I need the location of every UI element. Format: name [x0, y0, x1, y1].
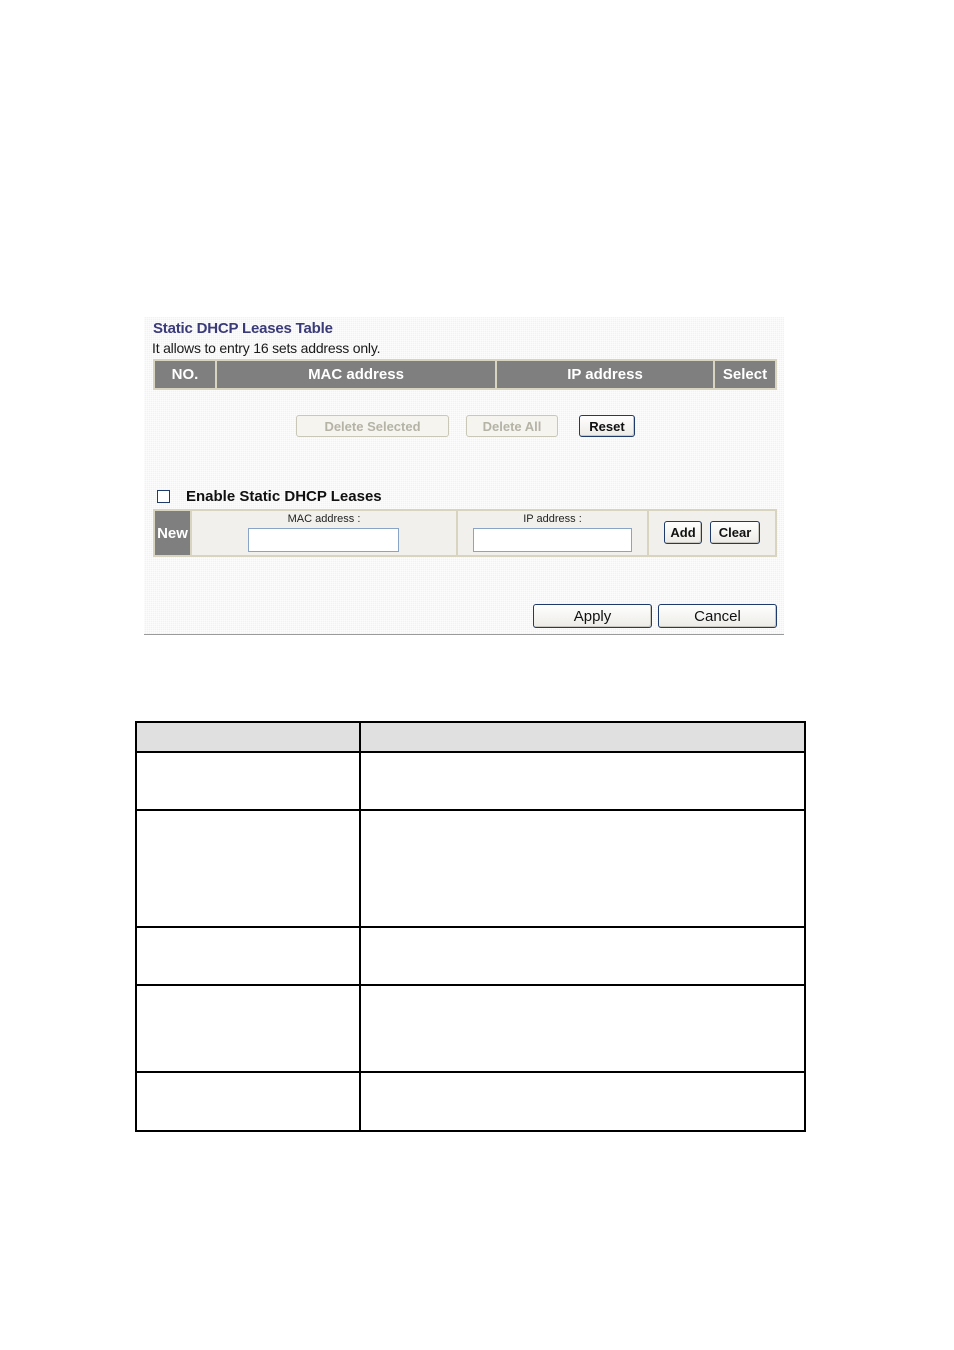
description-cell	[359, 1071, 806, 1132]
panel-subtitle: It allows to entry 16 sets address only.	[152, 340, 381, 356]
description-cell	[359, 751, 806, 811]
item-cell	[134, 809, 362, 928]
description-table	[134, 721, 806, 1132]
mac-address-cell: MAC address :	[192, 511, 456, 555]
delete-all-button[interactable]: Delete All	[466, 415, 558, 437]
leases-table-header: NO. MAC address IP address Select	[153, 359, 777, 390]
description-cell	[359, 926, 806, 986]
static-dhcp-panel: Static DHCP Leases Table It allows to en…	[144, 317, 784, 635]
ip-address-label: IP address :	[523, 513, 582, 525]
enable-static-dhcp-row: Enable Static DHCP Leases	[157, 488, 382, 505]
enable-static-dhcp-checkbox[interactable]	[157, 490, 170, 503]
new-row-label: New	[155, 511, 190, 555]
new-entry-actions-cell: Add Clear	[649, 511, 775, 555]
item-cell	[134, 751, 362, 811]
apply-button[interactable]: Apply	[533, 604, 652, 628]
ip-address-cell: IP address :	[458, 511, 647, 555]
column-header-mac: MAC address	[217, 361, 497, 388]
add-button[interactable]: Add	[664, 521, 702, 544]
header-cell-description	[359, 721, 806, 753]
column-header-no: NO.	[155, 361, 217, 388]
table-row	[134, 809, 806, 928]
delete-selected-button[interactable]: Delete Selected	[296, 415, 449, 437]
column-header-ip: IP address	[497, 361, 715, 388]
item-cell	[134, 1071, 362, 1132]
table-row	[134, 1071, 806, 1132]
column-header-select: Select	[715, 361, 775, 388]
table-row	[134, 751, 806, 811]
description-cell	[359, 984, 806, 1073]
panel-title: Static DHCP Leases Table	[153, 320, 333, 337]
description-cell	[359, 809, 806, 928]
reset-button[interactable]: Reset	[579, 415, 635, 437]
new-entry-row: New MAC address : IP address : Add Clear	[153, 509, 777, 557]
enable-static-dhcp-label: Enable Static DHCP Leases	[186, 488, 382, 505]
header-cell-item	[134, 721, 362, 753]
table-action-buttons: Delete Selected Delete All Reset	[144, 415, 784, 439]
clear-button[interactable]: Clear	[710, 521, 760, 544]
mac-address-input[interactable]	[248, 528, 399, 552]
table-row	[134, 984, 806, 1073]
mac-address-label: MAC address :	[287, 513, 361, 525]
description-table-header	[134, 721, 806, 753]
item-cell	[134, 984, 362, 1073]
item-cell	[134, 926, 362, 986]
table-row	[134, 926, 806, 986]
ip-address-input[interactable]	[473, 528, 632, 552]
cancel-button[interactable]: Cancel	[658, 604, 777, 628]
